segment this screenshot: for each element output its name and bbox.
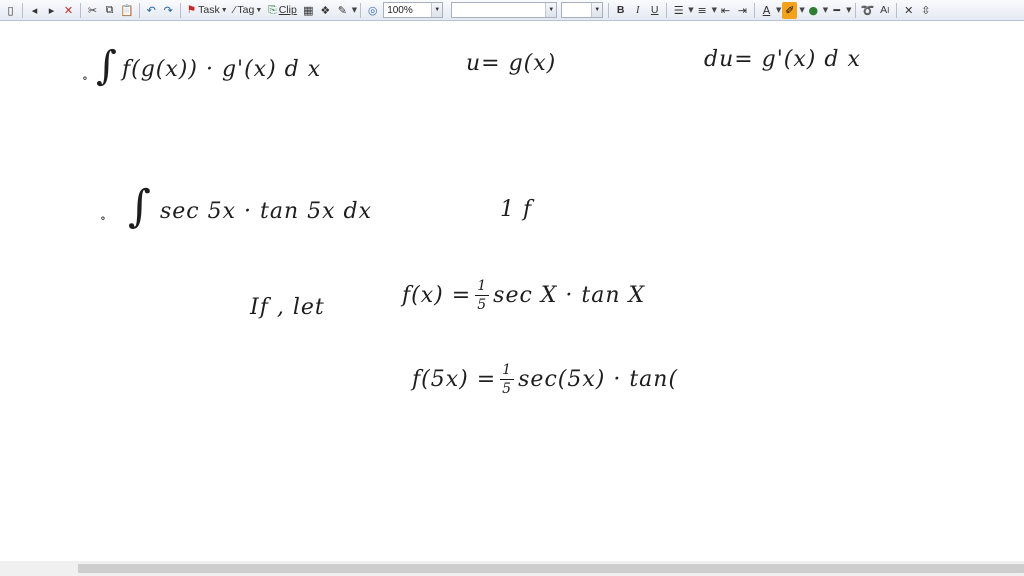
outdent-icon[interactable]: ⇤	[718, 2, 733, 19]
chevron-down-icon[interactable]: ▼	[352, 6, 357, 14]
toolbar-separator	[179, 2, 181, 18]
substitution-du: du= g'(x) d x	[704, 47, 861, 72]
text-insert-icon[interactable]: AI	[877, 2, 892, 19]
delete-page-icon[interactable]: ✕	[61, 2, 76, 19]
chevron-down-icon: ▼	[545, 3, 557, 17]
toolbar: ▯ ◂ ▸ ✕ ✂ ⧉ 📋 ↶ ↷ ⚑ Task ▼ ⁄ Tag ▼ ⎘ Clip ▦ ❖…	[0, 0, 1024, 21]
copy-icon[interactable]: ⧉	[102, 2, 117, 19]
cut-icon[interactable]: ✂	[85, 2, 100, 19]
undo-icon[interactable]: ↶	[144, 2, 159, 19]
toolbar-separator	[360, 2, 362, 18]
pen-icon[interactable]: ✎	[335, 2, 350, 19]
zoom-value: 100%	[387, 4, 413, 16]
fraction: 1 5	[500, 362, 515, 397]
integral-sign: ∫	[128, 181, 152, 232]
clip-icon: ⎘	[268, 3, 277, 16]
chevron-down-icon[interactable]: ▼	[712, 6, 717, 14]
clip-label: Clip	[278, 4, 297, 16]
paste-icon[interactable]: 📋	[119, 2, 135, 19]
eraser-icon[interactable]: ✕	[901, 2, 916, 19]
task-label: Task	[198, 4, 220, 16]
evaluation-lhs: f(5x) =	[412, 367, 497, 392]
fraction-numerator: 1	[477, 278, 488, 294]
chevron-down-icon[interactable]: ▼	[799, 6, 804, 14]
chevron-down-icon[interactable]: ▼	[688, 6, 693, 14]
chevron-down-icon: ▼	[220, 6, 228, 14]
toolbar-separator	[896, 2, 898, 18]
forward-icon[interactable]: ▸	[44, 2, 59, 19]
font-size-select[interactable]: ▼	[561, 2, 604, 18]
zoom-icon[interactable]: ◎	[365, 2, 380, 19]
substitution-u: u= g(x)	[466, 51, 557, 76]
chevron-down-icon[interactable]: ▼	[846, 6, 851, 14]
tag-label: Tag	[237, 4, 255, 16]
underline-button[interactable]: U	[647, 2, 662, 19]
toolbar-separator	[22, 2, 23, 18]
font-name-select[interactable]: ▼	[451, 2, 558, 18]
tag-button[interactable]: ⁄ Tag ▼	[232, 2, 265, 19]
tag-icon: ⁄	[233, 4, 236, 16]
task-button[interactable]: ⚑ Task ▼	[185, 2, 230, 19]
note-canvas[interactable]: ∘ ∫ f(g(x)) · g'(x) d x u= g(x) du= g'(x…	[0, 21, 1024, 561]
fraction-numerator: 1	[502, 362, 513, 378]
insert-space-icon[interactable]: ⇳	[918, 2, 933, 19]
bullet: ∘	[82, 71, 89, 85]
definition-line: f(x) = 1 5 sec X · tan X	[402, 279, 645, 312]
table-icon[interactable]: ▦	[301, 2, 316, 19]
highlighter-icon[interactable]: ✐	[782, 1, 798, 19]
chevron-down-icon: ▼	[591, 3, 603, 17]
back-icon[interactable]: ◂	[27, 2, 42, 19]
color-fill-icon[interactable]: ●	[806, 2, 821, 19]
toolbar-separator	[138, 2, 140, 18]
toolbar-separator	[666, 2, 668, 18]
attach-icon[interactable]: ❖	[318, 2, 333, 19]
bold-button[interactable]: B	[613, 2, 628, 19]
aside-note: 1 f	[500, 197, 533, 222]
chevron-down-icon: ▼	[431, 3, 443, 17]
toolbar-separator	[753, 2, 755, 18]
clip-button[interactable]: ⎘ Clip	[266, 2, 299, 19]
integrand-2: sec 5x · tan 5x dx	[160, 199, 373, 224]
italic-button[interactable]: I	[630, 2, 645, 19]
toolbar-separator	[608, 2, 610, 18]
fraction-denominator: 5	[477, 297, 488, 313]
bullet: ∘	[100, 211, 107, 225]
chevron-down-icon: ▼	[255, 6, 263, 14]
evaluation-rhs: sec(5x) · tan(	[518, 367, 679, 392]
fraction-bar	[475, 295, 490, 296]
scrollbar-thumb[interactable]	[78, 564, 1024, 573]
redo-icon[interactable]: ↷	[161, 2, 176, 19]
numbered-list-icon[interactable]: ≡	[695, 2, 710, 19]
let-text: If , let	[250, 295, 325, 320]
lasso-icon[interactable]: ➰	[860, 2, 876, 19]
toolbar-separator	[80, 2, 81, 18]
indent-icon[interactable]: ⇥	[735, 2, 750, 19]
bullet-list-icon[interactable]: ☰	[671, 2, 686, 19]
fraction-bar	[500, 379, 515, 380]
flag-icon: ⚑	[186, 4, 197, 16]
font-color-icon[interactable]: A	[759, 2, 774, 19]
chevron-down-icon[interactable]: ▼	[823, 6, 828, 14]
zoom-select[interactable]: 100% ▼	[383, 2, 444, 18]
toolbar-separator	[854, 2, 856, 18]
definition-lhs: f(x) =	[402, 283, 472, 308]
definition-rhs: sec X · tan X	[493, 283, 646, 308]
chevron-down-icon[interactable]: ▼	[776, 6, 781, 14]
new-page-icon[interactable]: ▯	[3, 2, 18, 19]
integral-sign: ∫	[96, 43, 118, 89]
fraction-denominator: 5	[502, 381, 513, 397]
evaluation-line: f(5x) = 1 5 sec(5x) · tan(	[412, 363, 678, 396]
line-style-icon[interactable]: ━	[829, 2, 844, 19]
integrand-1: f(g(x)) · g'(x) d x	[122, 57, 322, 82]
fraction: 1 5	[475, 278, 490, 313]
